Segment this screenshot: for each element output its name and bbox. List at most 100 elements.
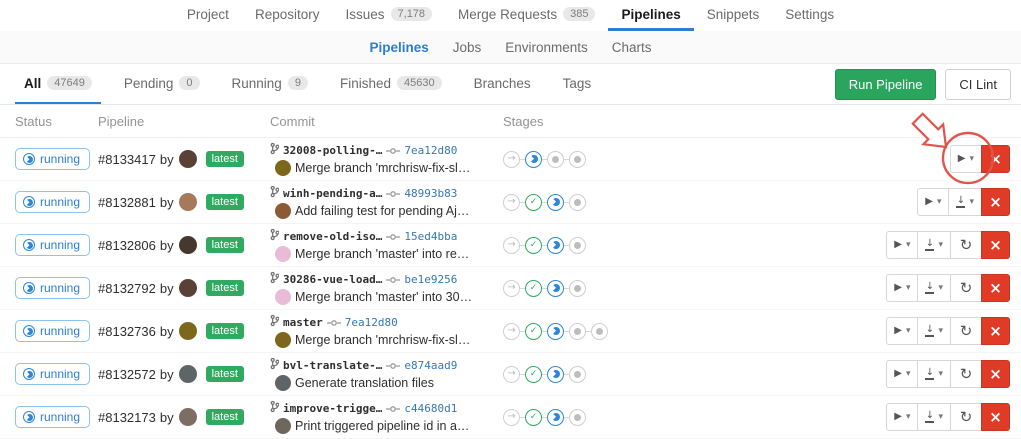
stage-icon-created[interactable] bbox=[591, 323, 608, 340]
stage-icon-created[interactable] bbox=[569, 280, 586, 297]
commit-author-avatar[interactable] bbox=[275, 160, 291, 176]
status-badge[interactable]: running bbox=[15, 148, 90, 170]
tab-branches[interactable]: Branches bbox=[465, 64, 540, 104]
branch-link[interactable]: improve-trigge… bbox=[283, 401, 382, 417]
pipeline-id-link[interactable]: #8132173 bbox=[98, 410, 156, 425]
play-dropdown-button[interactable]: ▶▾ bbox=[917, 188, 949, 216]
run-pipeline-button[interactable]: Run Pipeline bbox=[835, 69, 937, 100]
pipeline-id-link[interactable]: #8132572 bbox=[98, 367, 156, 382]
stage-icon-skipped[interactable]: → bbox=[503, 194, 520, 211]
commit-author-avatar[interactable] bbox=[275, 332, 291, 348]
commit-sha-link[interactable]: e874aad9 bbox=[404, 358, 457, 374]
stage-icon-running[interactable] bbox=[525, 151, 542, 168]
pipeline-id-link[interactable]: #8133417 bbox=[98, 152, 156, 167]
stage-icon-created[interactable] bbox=[547, 151, 564, 168]
stage-icon-success[interactable]: ✓ bbox=[525, 194, 542, 211]
pipeline-author-avatar[interactable] bbox=[179, 322, 197, 340]
play-dropdown-button[interactable]: ▶▾ bbox=[886, 403, 918, 431]
status-badge[interactable]: running bbox=[15, 363, 90, 385]
stage-icon-skipped[interactable]: → bbox=[503, 151, 520, 168]
download-artifacts-dropdown-button[interactable]: ↓▾ bbox=[917, 403, 951, 431]
play-dropdown-button[interactable]: ▶▾ bbox=[886, 274, 918, 302]
pipeline-id-link[interactable]: #8132881 bbox=[98, 195, 156, 210]
commit-sha-link[interactable]: 15ed4bba bbox=[404, 229, 457, 245]
retry-pipeline-button[interactable]: ↻ bbox=[950, 403, 982, 431]
nav-settings[interactable]: Settings bbox=[772, 0, 847, 31]
branch-link[interactable]: bvl-translate-… bbox=[283, 358, 382, 374]
nav-snippets[interactable]: Snippets bbox=[694, 0, 773, 31]
stage-icon-running[interactable] bbox=[547, 237, 564, 254]
stage-icon-created[interactable] bbox=[569, 194, 586, 211]
status-badge[interactable]: running bbox=[15, 320, 90, 342]
branch-link[interactable]: winh-pending-a… bbox=[283, 186, 382, 202]
commit-author-avatar[interactable] bbox=[275, 375, 291, 391]
stage-icon-success[interactable]: ✓ bbox=[525, 280, 542, 297]
download-artifacts-dropdown-button[interactable]: ↓▾ bbox=[917, 317, 951, 345]
stage-icon-skipped[interactable]: → bbox=[503, 366, 520, 383]
tab-pending[interactable]: Pending0 bbox=[115, 64, 209, 104]
cancel-pipeline-button[interactable]: × bbox=[981, 360, 1010, 388]
cancel-pipeline-button[interactable]: × bbox=[981, 188, 1010, 216]
commit-author-avatar[interactable] bbox=[275, 289, 291, 305]
status-badge[interactable]: running bbox=[15, 191, 90, 213]
commit-sha-link[interactable]: c44680d1 bbox=[404, 401, 457, 417]
stage-icon-skipped[interactable]: → bbox=[503, 237, 520, 254]
branch-link[interactable]: 30286-vue-load… bbox=[283, 272, 382, 288]
nav-issues[interactable]: Issues7,178 bbox=[332, 0, 445, 31]
pipeline-author-avatar[interactable] bbox=[179, 408, 197, 426]
cancel-pipeline-button[interactable]: × bbox=[981, 274, 1010, 302]
retry-pipeline-button[interactable]: ↻ bbox=[950, 231, 982, 259]
stage-icon-running[interactable] bbox=[547, 280, 564, 297]
download-artifacts-dropdown-button[interactable]: ↓▾ bbox=[917, 274, 951, 302]
cancel-pipeline-button[interactable]: × bbox=[981, 231, 1010, 259]
commit-message-link[interactable]: Merge branch 'master' into re… bbox=[295, 246, 469, 262]
status-badge[interactable]: running bbox=[15, 406, 90, 428]
branch-link[interactable]: remove-old-iso… bbox=[283, 229, 382, 245]
cancel-pipeline-button[interactable]: × bbox=[981, 317, 1010, 345]
commit-author-avatar[interactable] bbox=[275, 203, 291, 219]
stage-icon-running[interactable] bbox=[547, 409, 564, 426]
subnav-charts[interactable]: Charts bbox=[600, 31, 664, 64]
commit-message-link[interactable]: Merge branch 'mrchrisw-fix-sl… bbox=[295, 332, 470, 348]
stage-icon-created[interactable] bbox=[569, 237, 586, 254]
nav-repository[interactable]: Repository bbox=[242, 0, 333, 31]
pipeline-author-avatar[interactable] bbox=[179, 279, 197, 297]
play-dropdown-button[interactable]: ▶▾ bbox=[886, 360, 918, 388]
branch-link[interactable]: 32008-polling-… bbox=[283, 143, 382, 159]
commit-message-link[interactable]: Print triggered pipeline id in a… bbox=[295, 418, 469, 434]
stage-icon-running[interactable] bbox=[547, 323, 564, 340]
retry-pipeline-button[interactable]: ↻ bbox=[950, 317, 982, 345]
stage-icon-skipped[interactable]: → bbox=[503, 323, 520, 340]
commit-message-link[interactable]: Generate translation files bbox=[295, 375, 434, 391]
commit-author-avatar[interactable] bbox=[275, 418, 291, 434]
stage-icon-success[interactable]: ✓ bbox=[525, 323, 542, 340]
stage-icon-skipped[interactable]: → bbox=[503, 409, 520, 426]
nav-merge-requests[interactable]: Merge Requests385 bbox=[445, 0, 608, 31]
nav-pipelines[interactable]: Pipelines bbox=[608, 0, 693, 31]
stage-icon-created[interactable] bbox=[569, 323, 586, 340]
pipeline-id-link[interactable]: #8132806 bbox=[98, 238, 156, 253]
pipeline-id-link[interactable]: #8132792 bbox=[98, 281, 156, 296]
ci-lint-button[interactable]: CI Lint bbox=[945, 69, 1011, 100]
stage-icon-skipped[interactable]: → bbox=[503, 280, 520, 297]
play-dropdown-button[interactable]: ▶▾ bbox=[950, 145, 982, 173]
tab-finished[interactable]: Finished45630 bbox=[331, 64, 451, 104]
stage-icon-success[interactable]: ✓ bbox=[525, 366, 542, 383]
stage-icon-success[interactable]: ✓ bbox=[525, 237, 542, 254]
retry-pipeline-button[interactable]: ↻ bbox=[950, 360, 982, 388]
stage-icon-running[interactable] bbox=[547, 366, 564, 383]
retry-pipeline-button[interactable]: ↻ bbox=[950, 274, 982, 302]
status-badge[interactable]: running bbox=[15, 277, 90, 299]
commit-message-link[interactable]: Add failing test for pending Aj… bbox=[295, 203, 469, 219]
commit-author-avatar[interactable] bbox=[275, 246, 291, 262]
tab-tags[interactable]: Tags bbox=[554, 64, 601, 104]
commit-message-link[interactable]: Merge branch 'mrchrisw-fix-sl… bbox=[295, 160, 470, 176]
subnav-pipelines[interactable]: Pipelines bbox=[357, 31, 440, 64]
download-artifacts-dropdown-button[interactable]: ↓▾ bbox=[917, 231, 951, 259]
pipeline-author-avatar[interactable] bbox=[179, 193, 197, 211]
play-dropdown-button[interactable]: ▶▾ bbox=[886, 317, 918, 345]
pipeline-author-avatar[interactable] bbox=[179, 236, 197, 254]
subnav-jobs[interactable]: Jobs bbox=[441, 31, 494, 64]
tab-all[interactable]: All47649 bbox=[15, 64, 101, 104]
pipeline-id-link[interactable]: #8132736 bbox=[98, 324, 156, 339]
